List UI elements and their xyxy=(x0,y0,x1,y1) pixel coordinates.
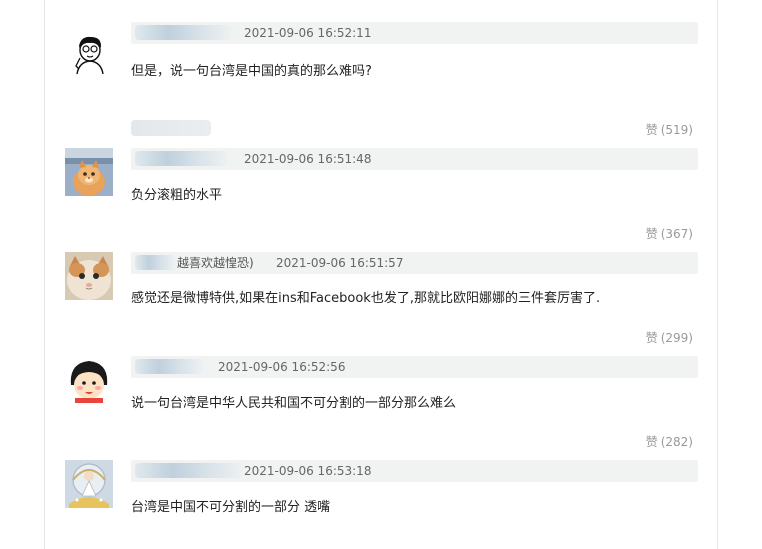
comment-item: 2021-09-06 16:52:11 但是，说一句台湾是中国的真的那么难吗? xyxy=(45,0,717,120)
comment-item: 赞 (519) 2021-09-06 16:51:48 负分滚粗的水平 xyxy=(45,120,717,224)
like-label: 赞 xyxy=(645,227,658,241)
comment-text: 台湾是中国不可分割的一部分 透嘴 xyxy=(131,500,331,515)
user-avatar[interactable] xyxy=(65,460,113,508)
username-suffix[interactable]: 越喜欢越惶恐) xyxy=(177,255,254,271)
like-count: (519) xyxy=(660,123,693,137)
redacted-username[interactable] xyxy=(135,359,203,374)
orange-cat-avatar-icon xyxy=(65,148,113,196)
user-avatar[interactable] xyxy=(65,355,113,403)
comment-meta-bar: 2021-09-06 16:52:56 xyxy=(131,356,698,378)
like-label: 赞 xyxy=(645,331,658,345)
comment-timestamp: 2021-09-06 16:53:18 xyxy=(244,464,372,478)
comment-text: 说一句台湾是中华人民共和国不可分割的一部分那么难么 xyxy=(131,396,457,411)
comment-list: 2021-09-06 16:52:11 但是，说一句台湾是中国的真的那么难吗? … xyxy=(44,0,718,549)
comment-item: 赞 (367) 越喜欢越惶恐) 2021-09-06 16:51:57 感觉还是微… xyxy=(45,224,717,328)
comment-item: 赞 (282) 2021-09-06 16:53:18 台湾是中国不可分割的一部分… xyxy=(45,432,717,549)
comment-text: 但是，说一句台湾是中国的真的那么难吗? xyxy=(131,64,372,79)
maruko-avatar-icon xyxy=(65,355,113,403)
comment-timestamp: 2021-09-06 16:52:11 xyxy=(244,26,372,40)
figure-ornament-avatar-icon xyxy=(65,460,113,508)
redacted-username[interactable] xyxy=(135,463,243,478)
like-button[interactable]: 赞 (367) xyxy=(646,226,693,242)
redacted-username[interactable] xyxy=(135,151,227,166)
like-button[interactable]: 赞 (299) xyxy=(646,330,693,346)
comment-timestamp: 2021-09-06 16:51:57 xyxy=(276,256,404,270)
stick-figure-avatar-icon xyxy=(65,28,113,76)
comment-meta-bar: 2021-09-06 16:51:48 xyxy=(131,148,698,170)
comment-text: 感觉还是微博特供,如果在ins和Facebook也发了,那就比欧阳娜娜的三件套厉… xyxy=(131,291,601,306)
comment-meta-bar: 2021-09-06 16:53:18 xyxy=(131,460,698,482)
comment-meta-bar: 越喜欢越惶恐) 2021-09-06 16:51:57 xyxy=(131,252,698,274)
comment-timestamp: 2021-09-06 16:52:56 xyxy=(218,360,346,374)
user-avatar[interactable] xyxy=(65,252,113,300)
comment-item: 赞 (299) 2021-09-06 16:52:56 说一句台湾是中华人民共和国… xyxy=(45,328,717,432)
like-count: (299) xyxy=(660,331,693,345)
redacted-content xyxy=(131,120,211,136)
user-avatar[interactable] xyxy=(65,148,113,196)
redacted-username[interactable] xyxy=(135,255,175,270)
like-count: (282) xyxy=(660,435,693,449)
user-avatar[interactable] xyxy=(65,28,113,76)
comment-timestamp: 2021-09-06 16:51:48 xyxy=(244,152,372,166)
like-count: (367) xyxy=(660,227,693,241)
like-label: 赞 xyxy=(645,123,658,137)
like-label: 赞 xyxy=(645,435,658,449)
comment-text: 负分滚粗的水平 xyxy=(131,188,223,203)
like-button[interactable]: 赞 (282) xyxy=(646,434,693,450)
comment-meta-bar: 2021-09-06 16:52:11 xyxy=(131,22,698,44)
fluffy-cat-avatar-icon xyxy=(65,252,113,300)
redacted-username[interactable] xyxy=(135,25,231,40)
like-button[interactable]: 赞 (519) xyxy=(646,122,693,138)
